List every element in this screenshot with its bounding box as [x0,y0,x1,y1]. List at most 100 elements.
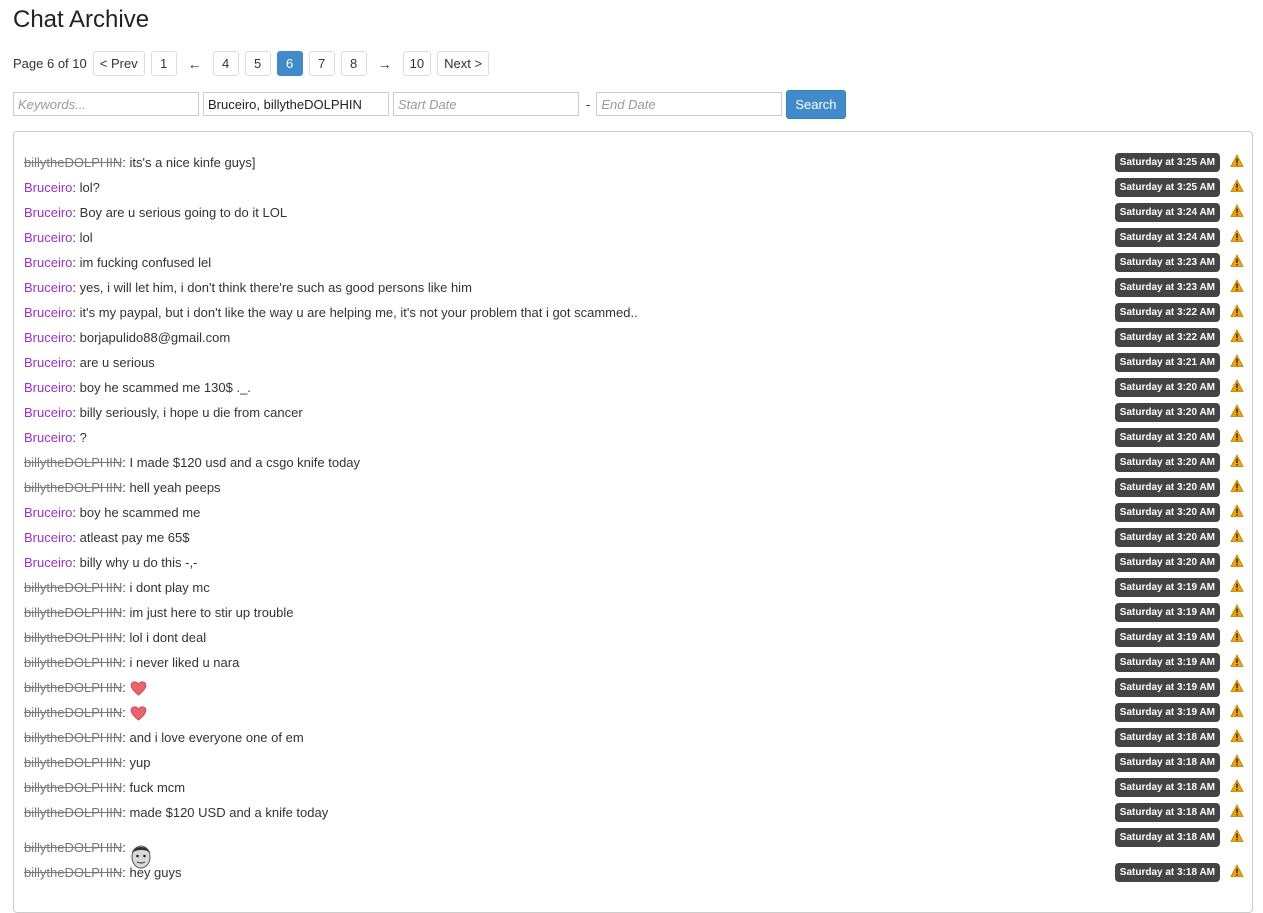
report-warning-icon[interactable] [1230,679,1244,693]
chat-text: : fuck mcm [122,780,186,795]
left-arrow-icon: ← [187,55,202,72]
chat-username[interactable]: billytheDOLPHIN [24,730,122,745]
chat-username[interactable]: Bruceiro [24,255,72,270]
report-warning-icon[interactable] [1230,429,1244,443]
chat-username[interactable]: billytheDOLPHIN [24,680,122,695]
timestamp-badge: Saturday at 3:19 AM [1114,578,1220,597]
page-6-button-current[interactable]: 6 [276,51,303,76]
timestamp-badge: Saturday at 3:20 AM [1114,553,1220,572]
next-page-button[interactable]: Next > [437,51,490,76]
page-7-button[interactable]: 7 [308,51,335,76]
report-warning-icon[interactable] [1230,504,1244,518]
report-warning-icon[interactable] [1230,629,1244,643]
chat-username[interactable]: billytheDOLPHIN [24,865,122,880]
chat-username[interactable]: Bruceiro [24,280,72,295]
report-warning-icon[interactable] [1230,329,1244,343]
chat-username[interactable]: Bruceiro [24,330,72,345]
page-10-button[interactable]: 10 [402,51,432,76]
report-warning-icon[interactable] [1230,554,1244,568]
report-warning-icon[interactable] [1230,704,1244,718]
report-warning-icon[interactable] [1230,829,1244,843]
report-warning-icon[interactable] [1230,229,1244,243]
chat-text: : lol i dont deal [122,630,207,645]
chat-username[interactable]: billytheDOLPHIN [24,580,122,595]
chat-username[interactable]: billytheDOLPHIN [24,755,122,770]
end-date-input[interactable] [596,92,783,116]
chat-text: : im fucking confused lel [72,255,212,270]
search-button[interactable]: Search [786,89,846,119]
chat-username[interactable]: billytheDOLPHIN [24,630,122,645]
keywords-input[interactable] [13,92,199,116]
chat-username[interactable]: Bruceiro [24,355,72,370]
report-warning-icon[interactable] [1230,579,1244,593]
chat-username[interactable]: billytheDOLPHIN [24,605,122,620]
timestamp-badge: Saturday at 3:18 AM [1114,863,1220,882]
chat-username[interactable]: Bruceiro [24,230,72,245]
chat-text: : and i love everyone one of em [122,730,304,745]
timestamp-badge: Saturday at 3:24 AM [1114,203,1220,222]
report-warning-icon[interactable] [1230,529,1244,543]
report-warning-icon[interactable] [1230,804,1244,818]
report-warning-icon[interactable] [1230,654,1244,668]
report-warning-icon[interactable] [1230,304,1244,318]
chat-username[interactable]: Bruceiro [24,205,72,220]
report-warning-icon[interactable] [1230,379,1244,393]
chat-username[interactable]: Bruceiro [24,430,72,445]
report-warning-icon[interactable] [1230,479,1244,493]
chat-username[interactable]: billytheDOLPHIN [24,655,122,670]
chat-message: billytheDOLPHIN: hell yeah peeps Saturday… [24,475,1244,500]
chat-message: Bruceiro: im fucking confused lel Saturda… [24,250,1244,275]
chat-text: : hey guys [122,865,182,880]
report-warning-icon[interactable] [1230,179,1244,193]
page-4-button[interactable]: 4 [212,51,239,76]
chat-username[interactable]: Bruceiro [24,180,72,195]
report-warning-icon[interactable] [1230,454,1244,468]
timestamp-badge: Saturday at 3:19 AM [1114,653,1220,672]
chat-text: : im just here to stir up trouble [122,605,294,620]
chat-message: billytheDOLPHIN: fuck mcm Saturday at 3:1… [24,775,1244,800]
report-warning-icon[interactable] [1230,729,1244,743]
chat-message: Bruceiro: lol Saturday at 3:24 AM [24,225,1244,250]
chat-text: : borjapulido88@gmail.com [72,330,231,345]
timestamp-badge: Saturday at 3:25 AM [1114,153,1220,172]
chat-username[interactable]: Bruceiro [24,505,72,520]
users-input[interactable] [203,92,389,116]
report-warning-icon[interactable] [1230,354,1244,368]
report-warning-icon[interactable] [1230,864,1244,878]
chat-username[interactable]: Bruceiro [24,555,72,570]
pagination: Page 6 of 10 < Prev 1 ← 4 5 6 7 8 → 10 N… [13,51,495,76]
chat-username[interactable]: Bruceiro [24,380,72,395]
page-8-button[interactable]: 8 [340,51,367,76]
chat-username[interactable]: Bruceiro [24,530,72,545]
chat-username[interactable]: billytheDOLPHIN [24,455,122,470]
report-warning-icon[interactable] [1230,154,1244,168]
page-1-button[interactable]: 1 [150,51,177,76]
chat-message: billytheDOLPHIN: its's a nice kinfe guys… [24,150,1244,175]
chat-username[interactable]: Bruceiro [24,405,72,420]
chat-username[interactable]: billytheDOLPHIN [24,805,122,820]
report-warning-icon[interactable] [1230,279,1244,293]
chat-username[interactable]: billytheDOLPHIN [24,840,122,855]
chat-username[interactable]: billytheDOLPHIN [24,155,122,170]
start-date-input[interactable] [393,92,579,116]
chat-username[interactable]: Bruceiro [24,305,72,320]
chat-message: billytheDOLPHIN: lol i dont deal Saturday… [24,625,1244,650]
chat-username[interactable]: billytheDOLPHIN [24,480,122,495]
prev-page-button[interactable]: < Prev [92,51,145,76]
chat-text: : i dont play mc [122,580,210,595]
chat-log[interactable]: billytheDOLPHIN: its's a nice kinfe guys… [13,131,1253,913]
report-warning-icon[interactable] [1230,204,1244,218]
chat-text: : it's my paypal, but i don't like the w… [72,305,638,320]
chat-username[interactable]: billytheDOLPHIN [24,780,122,795]
report-warning-icon[interactable] [1230,254,1244,268]
report-warning-icon[interactable] [1230,754,1244,768]
report-warning-icon[interactable] [1230,779,1244,793]
chat-text: : yup [122,755,151,770]
page-5-button[interactable]: 5 [244,51,271,76]
chat-message: Bruceiro: yes, i will let him, i don't t… [24,275,1244,300]
chat-message: billytheDOLPHIN: hey guys Saturday at 3:1… [24,860,1244,885]
report-warning-icon[interactable] [1230,604,1244,618]
timestamp-badge: Saturday at 3:19 AM [1114,678,1220,697]
chat-username[interactable]: billytheDOLPHIN [24,705,122,720]
report-warning-icon[interactable] [1230,404,1244,418]
